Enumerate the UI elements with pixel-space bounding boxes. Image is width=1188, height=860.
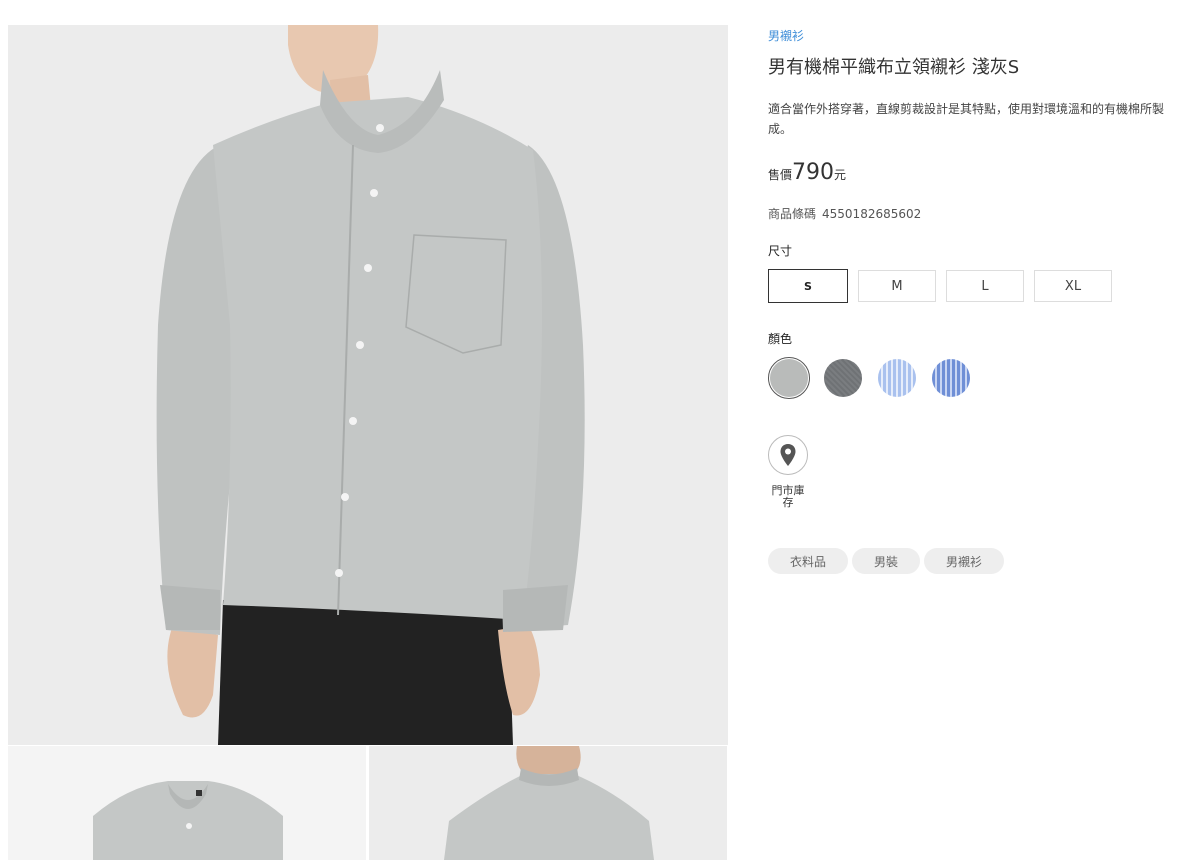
swatch-light-blue-fill (878, 359, 916, 397)
color-label: 顏色 (768, 332, 793, 346)
barcode-label: 商品條碼 (768, 207, 817, 221)
thumbnail-back[interactable] (369, 746, 727, 860)
store-stock-button[interactable] (768, 435, 808, 475)
color-swatch-light-blue-stripe[interactable] (876, 357, 918, 399)
shirt-flat-illustration (8, 746, 366, 860)
color-swatch-light-gray[interactable] (768, 357, 810, 399)
swatch-light-gray-fill (770, 359, 808, 397)
size-option-l[interactable]: L (946, 270, 1024, 302)
size-selector: S M L XL (768, 269, 1112, 303)
main-product-image[interactable] (8, 25, 728, 745)
tag-mens-shirts[interactable]: 男襯衫 (924, 548, 1005, 574)
barcode: 商品條碼 4550182685602 (768, 205, 921, 222)
product-title: 男有機棉平織布立領襯衫 淺灰S (768, 57, 1020, 78)
price-value: 790 (792, 160, 835, 185)
size-option-m[interactable]: M (858, 270, 936, 302)
tag-apparel[interactable]: 衣料品 (768, 548, 849, 574)
product-description: 適合當作外搭穿著，直線剪裁設計是其特點，使用對環境溫和的有機棉所製成。 (768, 102, 1165, 136)
price-label: 售價 (768, 168, 793, 182)
tag-list: 衣料品 男裝 男襯衫 (768, 548, 1005, 574)
price-unit: 元 (834, 168, 847, 182)
category-link[interactable]: 男襯衫 (768, 27, 804, 44)
shirt-back-illustration (369, 746, 727, 860)
barcode-value: 4550182685602 (822, 207, 922, 221)
shirt-front-illustration (8, 25, 728, 745)
thumbnail-front[interactable] (8, 746, 366, 860)
color-swatch-blue-stripe[interactable] (930, 357, 972, 399)
size-option-xl[interactable]: XL (1034, 270, 1112, 302)
price: 售價790元 (768, 160, 846, 185)
swatch-blue-fill (932, 359, 970, 397)
color-swatch-dark-gray[interactable] (822, 357, 864, 399)
size-option-s[interactable]: S (768, 269, 848, 303)
store-stock-label[interactable]: 門市庫存 (768, 485, 808, 509)
map-pin-icon (780, 444, 796, 466)
color-selector (768, 357, 972, 399)
tag-menswear[interactable]: 男裝 (852, 548, 921, 574)
swatch-dark-gray-fill (824, 359, 862, 397)
size-label: 尺寸 (768, 244, 793, 258)
